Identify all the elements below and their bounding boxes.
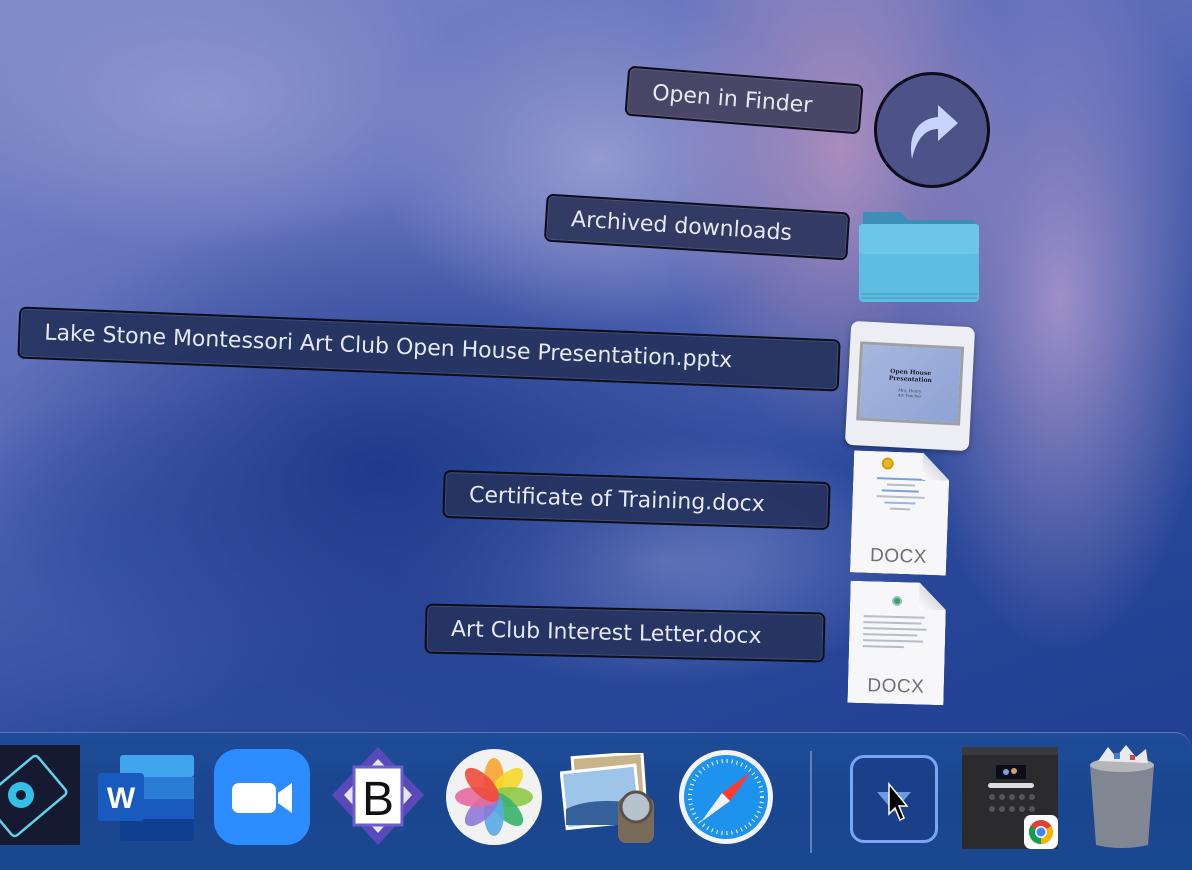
letterhead-logo-icon xyxy=(892,596,902,606)
word-icon[interactable]: W xyxy=(98,755,194,841)
stack-item-label[interactable]: Archived downloads xyxy=(543,193,851,261)
bbedit-icon[interactable]: B xyxy=(328,745,428,847)
document-preview xyxy=(866,477,935,515)
curved-arrow-icon xyxy=(911,105,958,159)
safari-icon[interactable] xyxy=(678,749,774,845)
chrome-window-icon[interactable] xyxy=(962,747,1058,849)
folder-icon[interactable] xyxy=(857,208,981,308)
open-in-finder-button[interactable] xyxy=(874,72,990,188)
mouse-cursor-icon xyxy=(888,781,909,822)
stack-item-label[interactable]: Certificate of Training.docx xyxy=(442,469,831,531)
stack-item-label[interactable]: Lake Stone Montessori Art Club Open Hous… xyxy=(17,306,841,392)
dock-separator xyxy=(810,751,812,853)
slide-subtitle: Mrs. Henry Art Teacher xyxy=(897,387,922,399)
svg-text:B: B xyxy=(362,773,394,826)
downloads-stack-icon[interactable] xyxy=(850,755,938,843)
file-extension: DOCX xyxy=(869,544,928,568)
pptx-file-icon[interactable]: Open House Presentation Mrs. Henry Art T… xyxy=(844,320,976,452)
dock: W B xyxy=(0,732,1192,870)
photoshop-elements-icon[interactable] xyxy=(0,745,80,845)
trash-icon[interactable] xyxy=(1086,745,1158,849)
photos-icon[interactable] xyxy=(446,749,542,845)
certificate-seal-icon xyxy=(882,457,894,469)
file-extension: DOCX xyxy=(867,675,925,698)
open-in-finder-label[interactable]: Open in Finder xyxy=(624,65,864,135)
zoom-icon[interactable] xyxy=(214,749,310,845)
preview-icon[interactable] xyxy=(559,751,660,845)
slide-title: Open House Presentation xyxy=(888,367,933,384)
docx-file-icon[interactable]: DOCX xyxy=(850,450,950,575)
slide-preview: Open House Presentation Mrs. Henry Art T… xyxy=(856,341,965,426)
stack-item-label[interactable]: Art Club Interest Letter.docx xyxy=(424,603,826,663)
docx-file-icon[interactable]: DOCX xyxy=(847,581,946,705)
document-preview xyxy=(863,615,932,653)
svg-text:W: W xyxy=(107,782,136,815)
